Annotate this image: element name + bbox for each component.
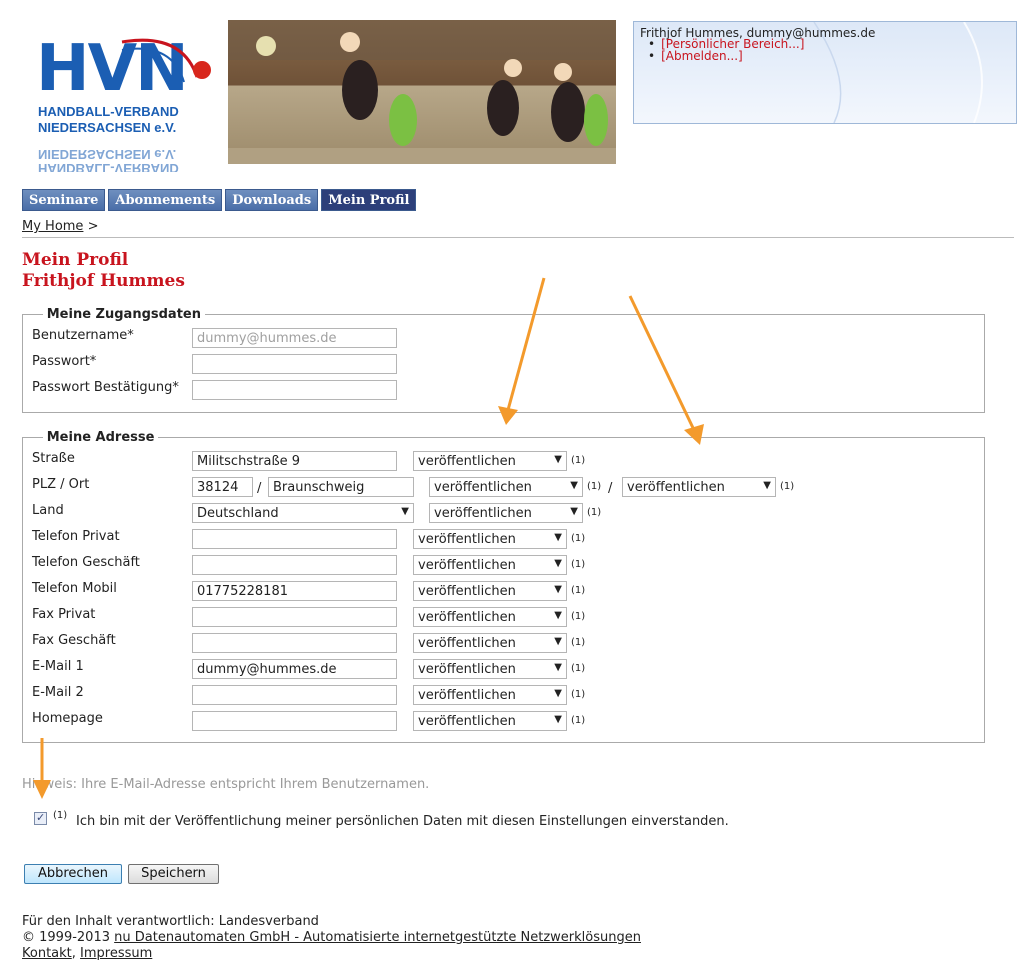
annotation-arrowhead	[684, 424, 704, 445]
annotation-arrows	[33, 277, 704, 799]
annotation-arrow	[506, 277, 546, 411]
annotation-arrow	[628, 295, 696, 431]
annotation-arrowhead	[498, 406, 518, 425]
annotation-arrowhead	[33, 780, 51, 799]
